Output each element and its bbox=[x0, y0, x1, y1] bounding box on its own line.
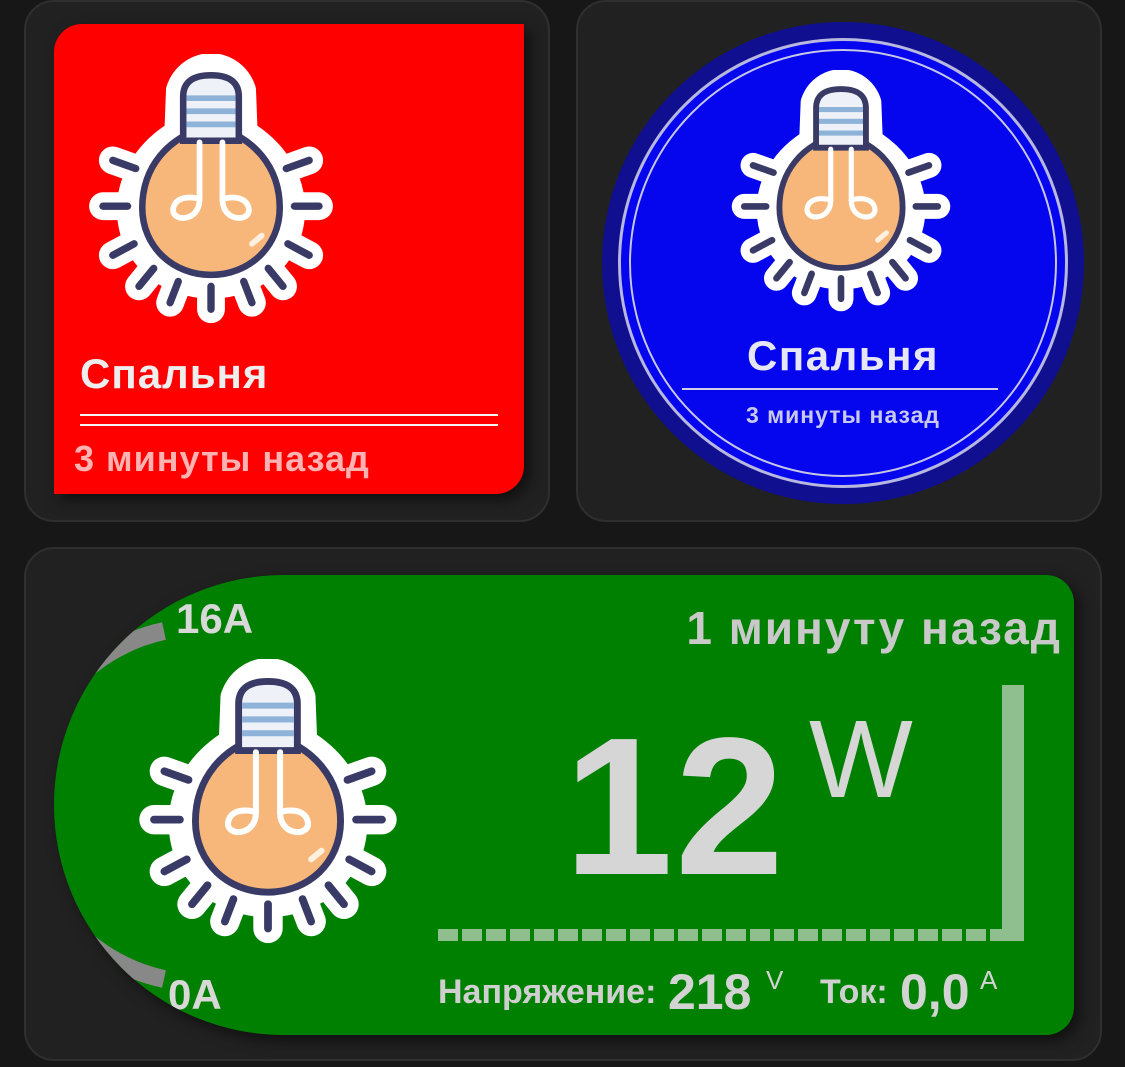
light-bulb-icon bbox=[730, 70, 952, 312]
last-changed-label: 3 минуты назад bbox=[74, 438, 370, 479]
voltage-value: 218 bbox=[668, 964, 752, 1020]
current-unit: A bbox=[980, 965, 998, 995]
divider bbox=[682, 388, 998, 390]
divider bbox=[80, 414, 498, 416]
voltage-label: Напряжение: bbox=[438, 973, 657, 1011]
current-value: 0,0 bbox=[900, 964, 970, 1020]
gauge-max-label: 16A bbox=[176, 595, 254, 642]
power-meter-card: 16A 0A 1 минуту назад 12 W Напряжение: 2… bbox=[24, 547, 1102, 1061]
power-bar-vertical bbox=[1002, 685, 1024, 941]
current-label: Ток: bbox=[820, 973, 888, 1011]
power-meter-button[interactable]: 16A 0A 1 минуту назад 12 W Напряжение: 2… bbox=[54, 575, 1074, 1035]
bedroom-light-square-button[interactable]: Спальня 3 минуты назад bbox=[54, 24, 524, 494]
power-value: 12 bbox=[564, 697, 787, 916]
bedroom-light-square-card: Спальня 3 минуты назад bbox=[24, 0, 550, 522]
last-changed-label: 1 минуту назад bbox=[686, 602, 1062, 654]
power-scale bbox=[438, 929, 1004, 941]
light-bulb-icon bbox=[86, 54, 336, 324]
bedroom-light-round-button[interactable]: Спальня 3 минуты назад bbox=[602, 22, 1084, 504]
divider bbox=[80, 424, 498, 426]
gauge-min-label: 0A bbox=[168, 971, 222, 1018]
bedroom-light-round-card: Спальня 3 минуты назад bbox=[576, 0, 1102, 522]
voltage-unit: V bbox=[766, 965, 784, 995]
entity-name: Спальня bbox=[747, 332, 939, 379]
power-unit: W bbox=[809, 698, 913, 821]
light-bulb-icon bbox=[138, 659, 398, 944]
last-changed-label: 3 минуты назад bbox=[745, 402, 941, 428]
entity-name: Спальня bbox=[80, 350, 269, 397]
